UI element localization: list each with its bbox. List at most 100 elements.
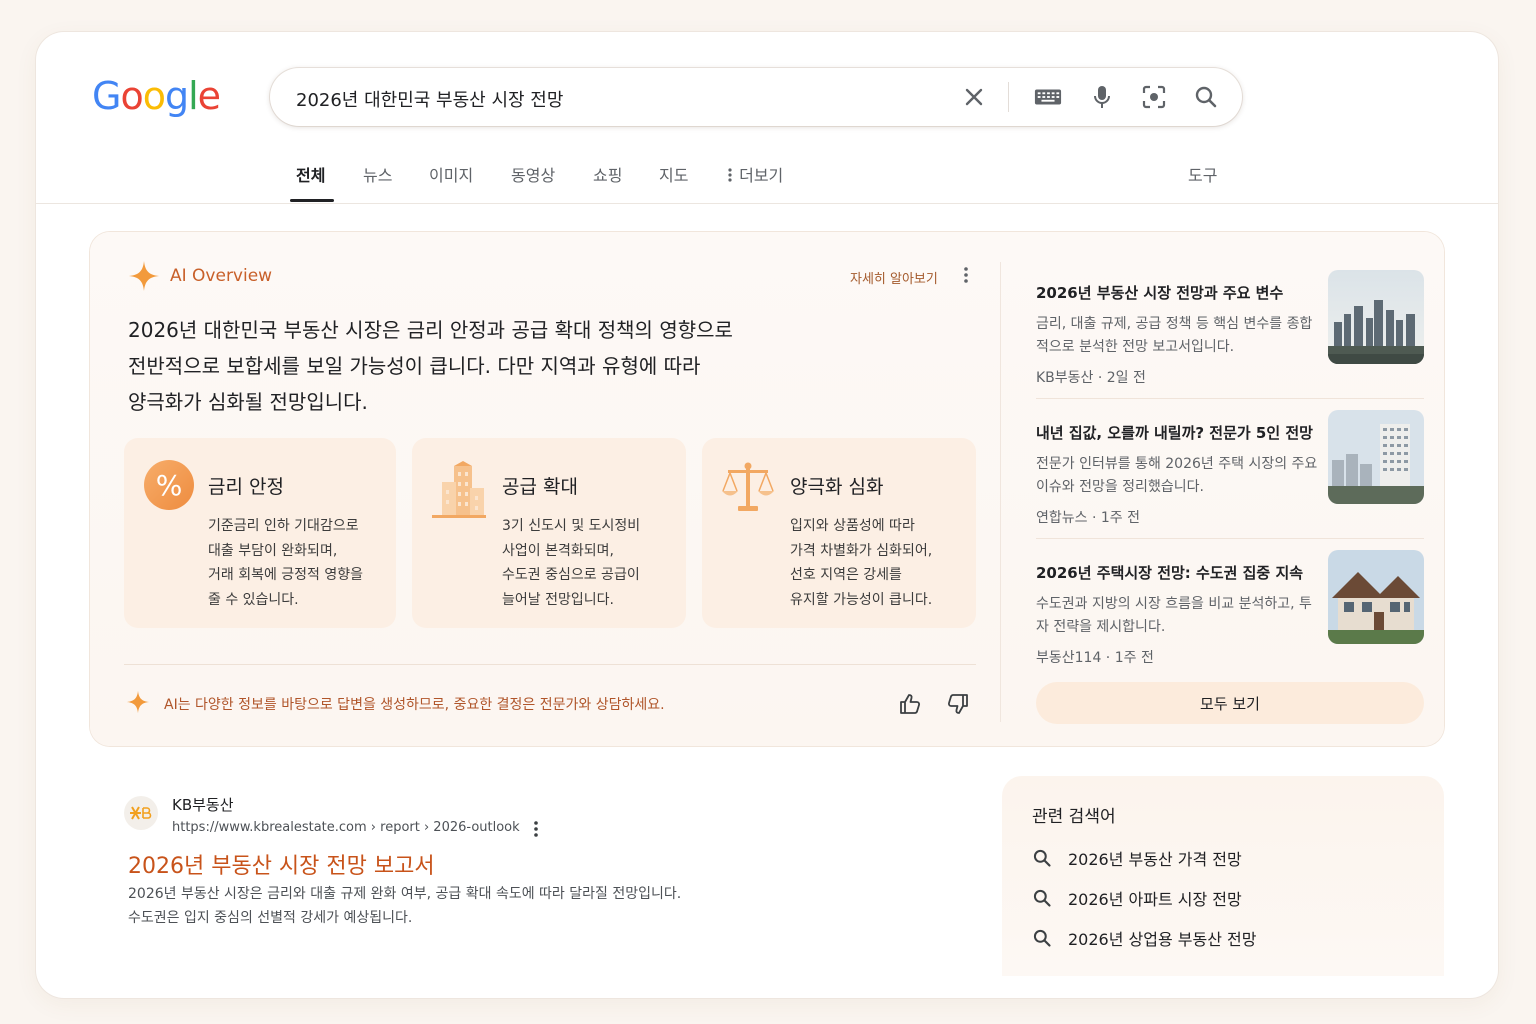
tab-maps[interactable]: 지도 <box>659 162 688 186</box>
more-vert-icon[interactable] <box>962 266 970 288</box>
snippet-line: 2026년 부동산 시장은 금리와 대출 규제 완화 여부, 공급 확대 속도에… <box>128 886 682 902</box>
feature-desc-line: 사업이 본격화되며, <box>502 542 614 559</box>
ai-overview-title: AI Overview <box>170 266 273 286</box>
source-item[interactable]: 2026년 부동산 시장 전망과 주요 변수 금리, 대출 규제, 공급 정책 … <box>1036 270 1428 387</box>
site-url[interactable]: https://www.kbrealestate.com › report › … <box>172 820 520 835</box>
logo-letter: e <box>197 74 221 118</box>
feature-desc-line: 늘어날 전망입니다. <box>502 591 614 608</box>
feature-desc: 입지와 상품성에 따라 가격 차별화가 심화되어, 선호 지역은 강세를 유지할… <box>790 514 932 612</box>
summary-line: 양극화가 심화될 전망입니다. <box>128 390 368 414</box>
column-divider <box>1000 262 1001 722</box>
keyboard-icon[interactable] <box>1034 83 1062 111</box>
summary-line: 2026년 대한민국 부동산 시장은 금리 안정과 공급 확대 정책의 영향으로 <box>128 318 733 342</box>
sparkle-icon <box>128 260 160 296</box>
result-title-link[interactable]: 2026년 부동산 시장 전망 보고서 <box>128 848 435 880</box>
snippet-line: 수도권은 입지 중심의 선별적 강세가 예상됩니다. <box>128 910 413 926</box>
feature-card-interest[interactable]: % 금리 안정 기준금리 인하 기대감으로 대출 부담이 완화되며, 거래 회복… <box>124 438 396 628</box>
related-item-label: 2026년 부동산 가격 전망 <box>1068 850 1242 869</box>
search-input[interactable]: 2026년 대한민국 부동산 시장 전망 <box>296 86 563 112</box>
source-desc: 전문가 인터뷰를 통해 2026년 주택 시장의 주요 이슈와 전망을 정리했습… <box>1036 456 1318 495</box>
microphone-icon[interactable] <box>1088 83 1116 111</box>
feature-desc-line: 기준금리 인하 기대감으로 <box>208 518 359 534</box>
learn-more-link[interactable]: 자세히 알아보기 <box>850 268 938 287</box>
divider <box>1036 538 1424 539</box>
source-meta: 연합뉴스 · 1주 전 <box>1036 510 1140 526</box>
search-icon <box>1033 849 1051 867</box>
logo-letter: o <box>142 74 166 118</box>
feature-desc-line: 수도권 중심으로 공급이 <box>502 567 640 583</box>
sparkle-icon <box>126 690 150 718</box>
feature-title: 공급 확대 <box>502 476 578 498</box>
feature-desc-line: 줄 수 있습니다. <box>208 591 299 608</box>
thumbs-up-icon[interactable] <box>898 692 922 720</box>
tab-all[interactable]: 전체 <box>296 162 325 186</box>
result-snippet: 2026년 부동산 시장은 금리와 대출 규제 완화 여부, 공급 확대 속도에… <box>128 882 888 930</box>
thumbs-down-icon[interactable] <box>946 692 970 720</box>
tab-shopping[interactable]: 쇼핑 <box>593 162 622 186</box>
city-skyline-thumbnail[interactable] <box>1328 270 1424 364</box>
feature-desc: 기준금리 인하 기대감으로 대출 부담이 완화되며, 거래 회복에 긍정적 영향… <box>208 514 363 612</box>
summary-line: 전반적으로 보합세를 보일 가능성이 큽니다. 다만 지역과 유형에 따라 <box>128 354 701 378</box>
feature-desc-line: 유지할 가능성이 큽니다. <box>790 591 933 608</box>
feature-desc-line: 입지와 상품성에 따라 <box>790 518 915 534</box>
feature-desc-line: 선호 지역은 강세를 <box>790 567 902 583</box>
ai-summary: 2026년 대한민국 부동산 시장은 금리 안정과 공급 확대 정책의 영향으로… <box>128 312 768 420</box>
feature-title: 금리 안정 <box>208 476 284 498</box>
feature-desc: 3기 신도시 및 도시정비 사업이 본격화되며, 수도권 중심으로 공급이 늘어… <box>502 514 640 612</box>
tab-more[interactable]: 더보기 <box>726 162 783 186</box>
logo-letter: l <box>188 74 199 118</box>
source-desc: 금리, 대출 규제, 공급 정책 등 핵심 변수를 종합적으로 분석한 전망 보… <box>1036 316 1313 355</box>
source-desc: 수도권과 지방의 시장 흐름을 비교 분석하고, 투자 전략을 제시합니다. <box>1036 596 1312 635</box>
apartment-thumbnail[interactable] <box>1328 410 1424 504</box>
divider <box>124 664 976 665</box>
lens-camera-icon[interactable] <box>1140 83 1168 111</box>
tab-videos[interactable]: 동영상 <box>511 162 555 186</box>
search-divider <box>1008 82 1009 112</box>
tools-button[interactable]: 도구 <box>1188 162 1217 186</box>
feature-desc-line: 3기 신도시 및 도시정비 <box>502 518 641 534</box>
tab-more-label: 더보기 <box>739 166 784 185</box>
feature-desc-line: 가격 차별화가 심화되어, <box>790 542 933 559</box>
related-title: 관련 검색어 <box>1032 807 1116 827</box>
percent-icon: % <box>144 460 194 510</box>
feature-card-supply[interactable]: 공급 확대 3기 신도시 및 도시정비 사업이 본격화되며, 수도권 중심으로 … <box>412 438 686 628</box>
related-searches-panel: 관련 검색어 2026년 부동산 가격 전망 2026년 아파트 시장 전망 2… <box>1002 776 1444 976</box>
ai-overview-card: AI Overview 자세히 알아보기 2026년 대한민국 부동산 시장은 … <box>90 232 1444 746</box>
clear-icon[interactable] <box>960 83 988 111</box>
logo-letter: g <box>164 74 189 118</box>
active-tab-indicator <box>290 199 334 202</box>
related-item[interactable]: 2026년 아파트 시장 전망 <box>1032 886 1242 910</box>
source-meta: KB부동산 · 2일 전 <box>1036 370 1146 386</box>
see-all-button[interactable]: 모두 보기 <box>1036 682 1424 724</box>
feature-title: 양극화 심화 <box>790 476 884 498</box>
source-item[interactable]: 내년 집값, 오를까 내릴까? 전문가 5인 전망 전문가 인터뷰를 통해 20… <box>1036 410 1428 527</box>
feature-desc-line: 거래 회복에 긍정적 영향을 <box>208 567 364 583</box>
house-thumbnail[interactable] <box>1328 550 1424 644</box>
related-item[interactable]: 2026년 부동산 가격 전망 <box>1032 846 1242 870</box>
search-icon[interactable] <box>1192 83 1220 111</box>
more-vert-icon[interactable] <box>532 820 540 842</box>
search-icon <box>1033 929 1051 947</box>
scale-icon <box>720 458 776 518</box>
search-tabs: 전체 뉴스 이미지 동영상 쇼핑 지도 더보기 도구 <box>36 154 1498 204</box>
site-name[interactable]: KB부동산 <box>172 794 234 815</box>
buildings-icon <box>430 460 488 522</box>
feature-card-polarization[interactable]: 양극화 심화 입지와 상품성에 따라 가격 차별화가 심화되어, 선호 지역은 … <box>702 438 976 628</box>
related-item-label: 2026년 아파트 시장 전망 <box>1068 890 1242 909</box>
source-item[interactable]: 2026년 주택시장 전망: 수도권 집중 지속 수도권과 지방의 시장 흐름을… <box>1036 550 1428 667</box>
ai-disclaimer: AI는 다양한 정보를 바탕으로 답변을 생성하므로, 중요한 결정은 전문가와… <box>164 697 665 713</box>
source-meta: 부동산114 · 1주 전 <box>1036 650 1154 666</box>
kb-favicon[interactable] <box>124 796 158 830</box>
feature-desc-line: 대출 부담이 완화되며, <box>208 542 338 559</box>
tab-news[interactable]: 뉴스 <box>363 162 392 186</box>
related-item-label: 2026년 상업용 부동산 전망 <box>1068 930 1257 949</box>
tab-images[interactable]: 이미지 <box>429 162 473 186</box>
search-box[interactable]: 2026년 대한민국 부동산 시장 전망 <box>270 68 1242 126</box>
related-item[interactable]: 2026년 상업용 부동산 전망 <box>1032 926 1256 950</box>
divider <box>1036 398 1424 399</box>
logo-letter: o <box>120 74 143 118</box>
logo-letter: G <box>92 74 121 118</box>
more-vert-icon <box>728 168 732 182</box>
search-icon <box>1033 889 1051 907</box>
google-logo[interactable]: Google <box>92 74 221 118</box>
